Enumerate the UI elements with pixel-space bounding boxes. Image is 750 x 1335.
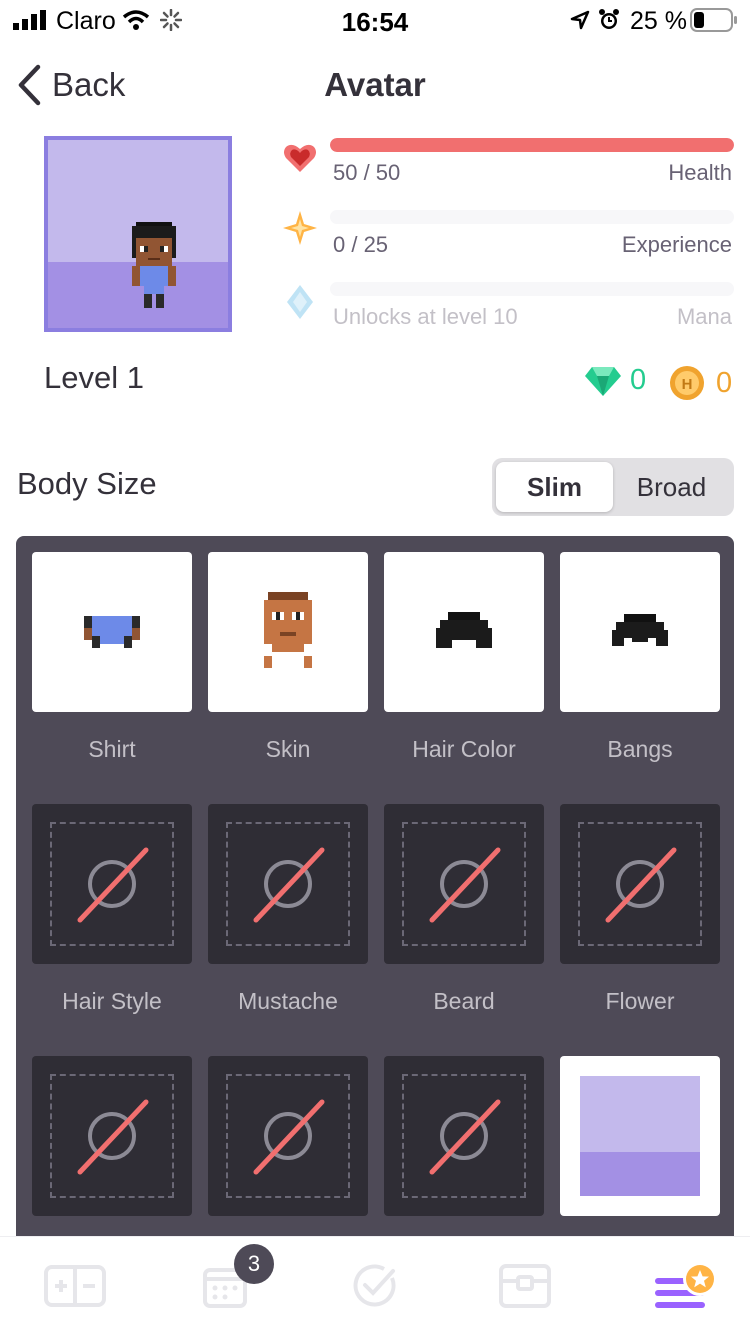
body-size-broad-option[interactable]: Broad xyxy=(613,462,730,512)
tab-bar xyxy=(0,1236,750,1335)
body-size-title: Body Size xyxy=(17,466,157,501)
avatar-preview[interactable] xyxy=(44,136,232,332)
experience-value: 0 / 25 xyxy=(333,232,389,257)
alarm-icon xyxy=(599,9,619,29)
customize-tile-hair-style[interactable] xyxy=(32,804,192,964)
background-icon xyxy=(560,1056,720,1216)
none-icon xyxy=(208,1056,368,1216)
customize-tile-label: Shirt xyxy=(88,736,136,762)
mana-bar xyxy=(330,282,734,296)
todos-check-icon xyxy=(353,1264,396,1307)
none-icon xyxy=(32,1056,192,1216)
customize-tile-flower[interactable] xyxy=(560,804,720,964)
customization-panel: Shirt Skin Hair Color Bangs Hair Style Mustac… xyxy=(16,536,734,1246)
none-icon xyxy=(384,804,544,964)
avatar-sprite xyxy=(132,222,176,308)
none-icon xyxy=(384,1056,544,1216)
customize-tile-shirt[interactable] xyxy=(32,552,192,712)
customize-tile-label: Bangs xyxy=(607,736,673,762)
habits-icon xyxy=(44,1265,106,1307)
status-bar: Claro 16:54 25 % xyxy=(0,0,750,40)
svg-text:H: H xyxy=(682,376,693,393)
customize-tile-label: Hair Style xyxy=(62,988,162,1014)
none-icon xyxy=(208,804,368,964)
skin-icon xyxy=(208,552,368,712)
customize-tile-skin[interactable] xyxy=(208,552,368,712)
bangs-icon xyxy=(560,552,720,712)
gems-counter: 0 xyxy=(584,364,646,397)
body-size-toggle: Slim Broad xyxy=(492,458,734,516)
health-bar-fill xyxy=(330,138,734,152)
customize-tile-mustache[interactable] xyxy=(208,804,368,964)
health-value: 50 / 50 xyxy=(333,160,401,185)
health-bar xyxy=(330,138,734,152)
customize-tile-item-11[interactable] xyxy=(384,1056,544,1216)
customize-tile-label: Hair Color xyxy=(412,736,516,762)
gems-count: 0 xyxy=(630,364,647,396)
experience-label: Experience xyxy=(621,232,732,257)
customize-tile-label: Mustache xyxy=(238,988,338,1014)
rewards-chest-icon xyxy=(499,1264,551,1308)
customize-tile-label: Flower xyxy=(605,988,675,1014)
customize-tile-item-9[interactable] xyxy=(32,1056,192,1216)
gold-counter: H 0 xyxy=(668,364,732,402)
tab-rewards[interactable] xyxy=(450,1237,600,1335)
tab-dailies[interactable] xyxy=(150,1237,300,1335)
gem-icon xyxy=(585,366,621,396)
battery-icon xyxy=(690,8,737,32)
customize-tile-label: Beard xyxy=(433,988,495,1014)
page-title: Avatar xyxy=(324,66,426,103)
customize-tile-hair-color[interactable] xyxy=(384,552,544,712)
dailies-badge: 3 xyxy=(234,1244,274,1284)
menu-icon xyxy=(655,1262,717,1308)
customize-tile-item-12[interactable] xyxy=(560,1056,720,1216)
customize-tile-item-10[interactable] xyxy=(208,1056,368,1216)
customize-tile-bangs[interactable] xyxy=(560,552,720,712)
mana-crystal-icon xyxy=(287,285,313,319)
customize-tile-label: Skin xyxy=(265,736,311,762)
gold-count: 0 xyxy=(716,366,733,399)
tab-habits[interactable] xyxy=(0,1237,150,1335)
hair-color-icon xyxy=(384,552,544,712)
none-icon xyxy=(32,804,192,964)
body-size-slim-option[interactable]: Slim xyxy=(496,462,613,512)
experience-star-icon xyxy=(283,211,317,245)
mana-value: Unlocks at level 10 xyxy=(333,304,518,329)
health-heart-icon xyxy=(284,144,316,172)
none-icon xyxy=(560,804,720,964)
gold-coin-icon: H xyxy=(670,366,704,400)
customize-tile-beard[interactable] xyxy=(384,804,544,964)
level-label: Level 1 xyxy=(44,360,144,395)
experience-bar xyxy=(330,210,734,224)
health-label: Health xyxy=(668,160,732,185)
location-arrow-icon xyxy=(570,10,590,30)
battery-percent: 25 % xyxy=(630,7,687,35)
shirt-icon xyxy=(32,552,192,712)
tab-todos[interactable] xyxy=(300,1237,450,1335)
mana-label: Mana xyxy=(676,304,732,329)
tab-menu[interactable] xyxy=(600,1237,750,1335)
